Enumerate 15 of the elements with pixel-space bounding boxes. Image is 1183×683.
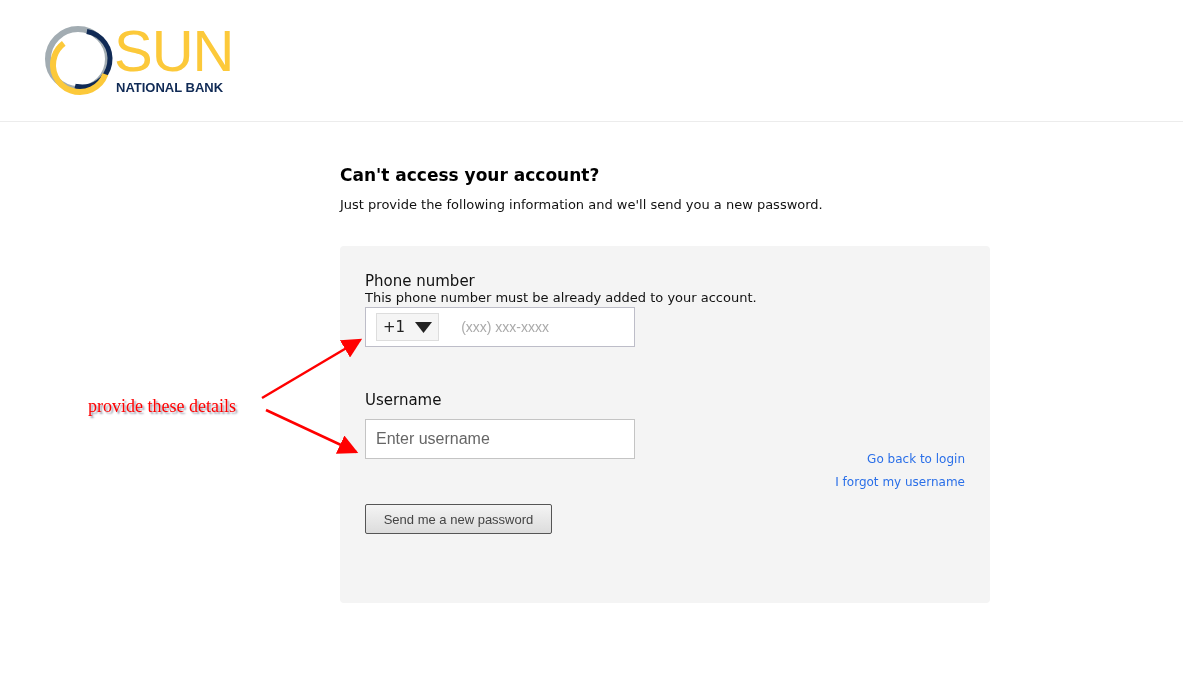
logo-subtitle: NATIONAL BANK — [116, 80, 225, 95]
phone-hint: This phone number must be already added to your account. — [365, 290, 757, 305]
logo-wordmark: SUN — [114, 26, 234, 76]
username-label: Username — [365, 391, 442, 409]
phone-label: Phone number — [365, 272, 475, 290]
text-link[interactable]: I forgot my username — [835, 475, 965, 489]
page-title: Can't access your account? — [340, 165, 601, 185]
country-code-select[interactable]: +1 — [376, 313, 440, 341]
intro-text: Just provide the following information and we'll send you a new password. — [340, 197, 824, 212]
annotation-text: provide these details — [88, 396, 236, 417]
dropdown-caret-icon — [415, 321, 433, 333]
phone-field[interactable]: +1 (xxx) xxx-xxxx — [365, 307, 635, 347]
username-input[interactable]: Enter username — [365, 419, 635, 459]
text-link[interactable]: Go back to login — [867, 452, 965, 466]
send-password-button[interactable]: Send me a new password — [365, 504, 552, 534]
